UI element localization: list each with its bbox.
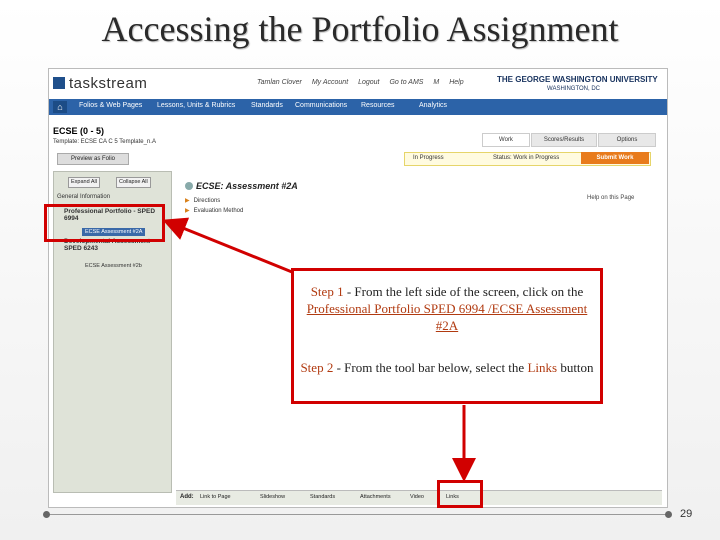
page-number: 29 (680, 508, 693, 520)
footer-dot-right (665, 511, 672, 518)
footer-rule (46, 514, 668, 515)
arrow-to-sidebar (162, 217, 293, 274)
instruction-callout: Step 1 - From the left side of the scree… (291, 268, 603, 404)
step2-text: Step 2 - From the tool bar below, select… (300, 360, 594, 375)
step1-text: Step 1 - From the left side of the scree… (306, 284, 588, 333)
footer-dot-left (43, 511, 50, 518)
